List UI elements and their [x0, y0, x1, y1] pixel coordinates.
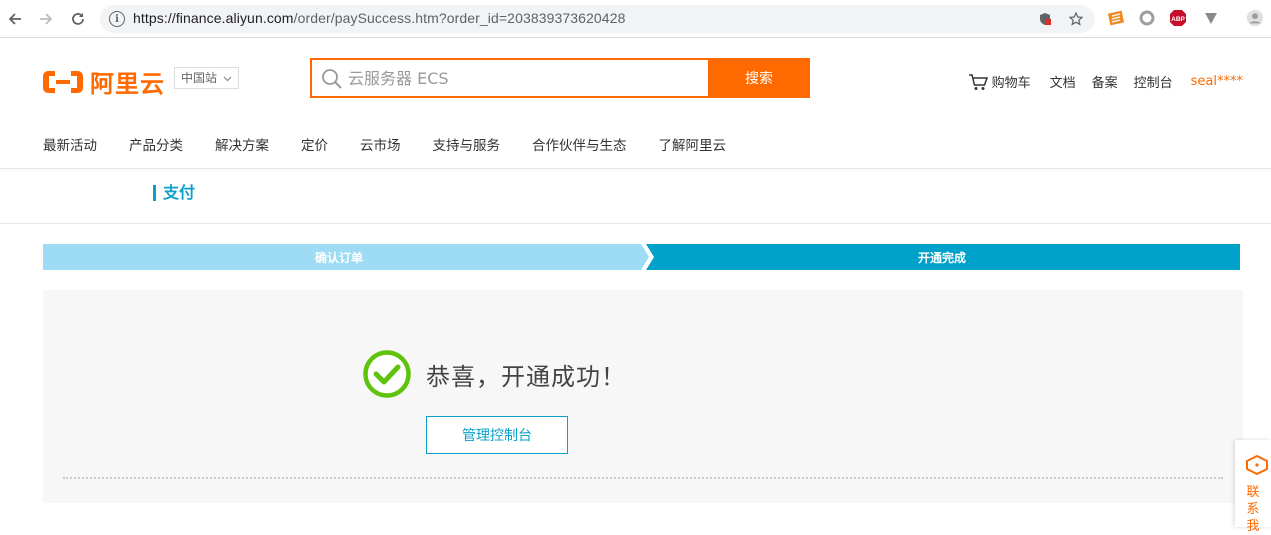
cart-icon[interactable] — [968, 73, 988, 91]
chevron-down-icon — [223, 76, 232, 82]
nav-item-pricing[interactable]: 定价 — [301, 134, 328, 154]
success-check-icon — [363, 350, 411, 398]
address-bar[interactable]: i https://finance.aliyun.com/order/paySu… — [100, 5, 1095, 33]
cart-link[interactable]: 购物车 — [992, 72, 1031, 91]
divider — [63, 477, 1223, 479]
info-icon[interactable]: i — [109, 11, 125, 27]
nav-item-partners[interactable]: 合作伙伴与生态 — [532, 134, 627, 154]
console-link[interactable]: 控制台 — [1134, 72, 1173, 91]
search-input[interactable] — [312, 60, 710, 96]
adblock-label: ABP — [1171, 16, 1185, 23]
forward-icon[interactable] — [35, 8, 57, 30]
bookmark-star-icon[interactable] — [1069, 12, 1083, 26]
section-bar: 支付 — [0, 170, 1271, 224]
steps-graphic — [43, 244, 1240, 270]
contact-label: 联系我 — [1246, 485, 1260, 534]
nav-item-about[interactable]: 了解阿里云 — [659, 134, 727, 154]
docs-link[interactable]: 文档 — [1050, 72, 1076, 91]
reload-icon[interactable] — [67, 8, 89, 30]
ext-orange-icon[interactable] — [1107, 9, 1125, 27]
logo-text: 阿里云 — [90, 70, 165, 98]
site-header: 阿里云 中国站 搜索 购物车 文档 备案 控制台 seal**** 最新活动 产… — [0, 39, 1271, 169]
success-panel: 恭喜，开通成功！ 管理控制台 — [43, 290, 1243, 503]
search-button[interactable]: 搜索 — [708, 58, 810, 98]
profile-icon[interactable] — [1246, 9, 1264, 27]
nav-item-support[interactable]: 支持与服务 — [433, 134, 501, 154]
logo-icon — [43, 70, 83, 93]
browser-toolbar: i https://finance.aliyun.com/order/paySu… — [0, 0, 1271, 38]
filing-link[interactable]: 备案 — [1092, 72, 1118, 91]
step-complete-label: 开通完成 — [918, 251, 967, 265]
contact-widget[interactable]: 联系我 — [1235, 440, 1271, 534]
step-confirm-label: 确认订单 — [315, 251, 364, 265]
page-title: 支付 — [153, 185, 195, 201]
region-label: 中国站 — [181, 71, 218, 85]
site-permission-icon[interactable] — [1038, 12, 1052, 26]
adblock-icon[interactable]: ABP — [1169, 9, 1187, 27]
nav-item-products[interactable]: 产品分类 — [129, 134, 183, 154]
nav-item-latest[interactable]: 最新活动 — [43, 134, 97, 154]
region-selector[interactable]: 中国站 — [174, 67, 239, 89]
back-icon[interactable] — [4, 8, 26, 30]
top-links: 购物车 文档 备案 控制台 seal**** — [968, 72, 1243, 91]
nav-item-solutions[interactable]: 解决方案 — [215, 134, 269, 154]
url-text: https://finance.aliyun.com/order/paySucc… — [133, 10, 626, 26]
success-message: 恭喜，开通成功！ — [426, 363, 626, 391]
user-account-link[interactable]: seal**** — [1191, 74, 1243, 89]
progress-steps: 确认订单 开通完成 — [43, 244, 1240, 270]
ext-v-icon[interactable] — [1202, 9, 1220, 27]
main-nav: 最新活动 产品分类 解决方案 定价 云市场 支持与服务 合作伙伴与生态 了解阿里… — [43, 134, 758, 154]
contact-icon — [1246, 455, 1268, 475]
nav-item-marketplace[interactable]: 云市场 — [360, 134, 401, 154]
ext-circle-icon[interactable] — [1138, 9, 1156, 27]
manage-console-button[interactable]: 管理控制台 — [426, 416, 568, 454]
search-box: 搜索 — [310, 58, 810, 98]
aliyun-logo[interactable]: 阿里云 — [42, 64, 165, 99]
